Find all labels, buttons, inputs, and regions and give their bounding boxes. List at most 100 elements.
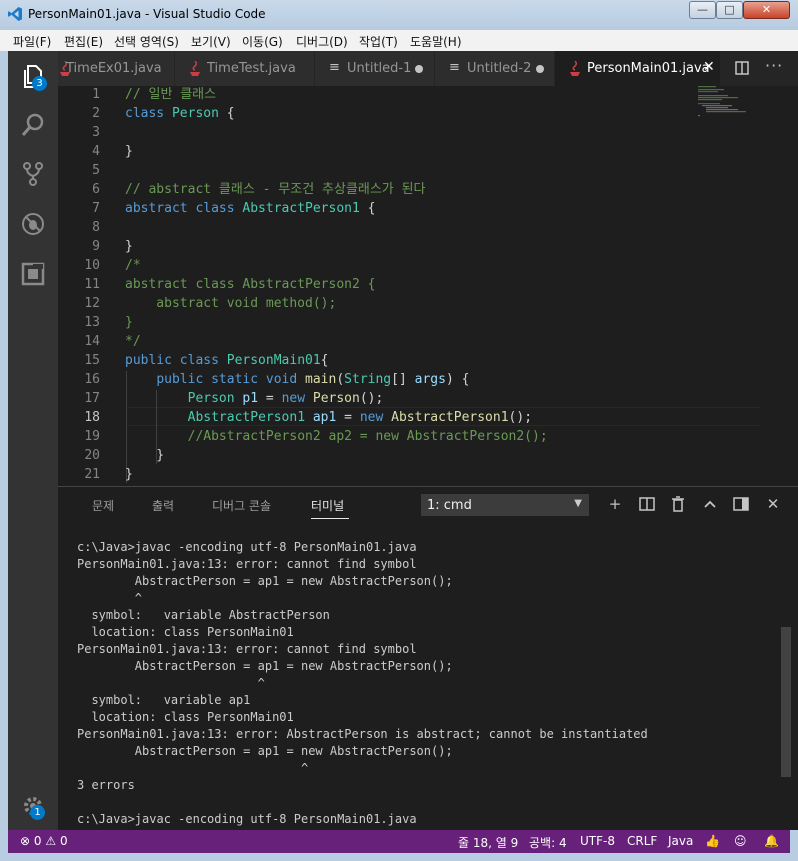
problems-status[interactable]: ⊗ 0 ⚠ 0: [20, 834, 68, 848]
debug-button[interactable]: [20, 211, 46, 237]
tab-terminal[interactable]: 터미널: [311, 497, 344, 514]
menu-tasks[interactable]: 작업(T): [359, 33, 398, 50]
code-line: 11 abstract class AbstractPerson2 {: [58, 275, 758, 294]
split-terminal-icon[interactable]: [639, 496, 655, 512]
menu-file[interactable]: 파일(F): [13, 33, 51, 50]
minimize-button[interactable]: —: [689, 1, 716, 19]
close-button[interactable]: ✕: [743, 1, 790, 19]
code-token: main: [305, 372, 337, 387]
menu-selection[interactable]: 선택 영역(S): [114, 33, 179, 50]
unsaved-dot-icon[interactable]: [415, 65, 423, 73]
trash-icon[interactable]: [670, 496, 686, 512]
tab-personmain01[interactable]: PersonMain01.java ✕: [555, 51, 721, 86]
java-file-icon: [570, 61, 580, 76]
terminal-selector[interactable]: 1: cmd ▼: [421, 494, 589, 516]
line-number: 19: [84, 429, 100, 444]
line-number: 21: [84, 467, 100, 482]
code-text: public static void main(String[] args) {: [125, 370, 469, 389]
error-icon: ⊗: [20, 834, 31, 848]
more-actions-icon[interactable]: ···: [765, 56, 783, 75]
terminal-line: AbstractPerson = ap1 = new AbstractPerso…: [77, 659, 453, 673]
search-button[interactable]: [20, 112, 46, 138]
code-text: abstract class AbstractPerson1 {: [125, 199, 375, 218]
panel-position-icon[interactable]: [733, 496, 749, 512]
terminal-output[interactable]: c:\Java>javac -encoding utf-8 PersonMain…: [77, 539, 777, 828]
maximize-button[interactable]: □: [716, 1, 743, 19]
language-mode[interactable]: Java: [668, 834, 693, 848]
menu-view[interactable]: 보기(V): [191, 33, 231, 50]
indentation[interactable]: 공백: 4: [529, 834, 567, 851]
code-token: AbstractPerson1: [187, 410, 313, 425]
split-editor-icon[interactable]: [735, 61, 749, 75]
code-editor[interactable]: 1// 일반 클래스 2 class Person {3 4} 5 6// abstrac…: [58, 86, 798, 486]
menu-help[interactable]: 도움말(H): [410, 33, 462, 50]
code-text: }: [125, 237, 133, 256]
menu-edit[interactable]: 편집(E): [64, 33, 103, 50]
extensions-button[interactable]: [20, 261, 46, 287]
code-text: }: [125, 313, 133, 332]
encoding[interactable]: UTF-8: [580, 834, 615, 848]
terminal-selector-value: 1: cmd: [427, 498, 472, 513]
code-line: 2 class Person {: [58, 104, 758, 123]
code-text: }: [125, 142, 133, 161]
code-token: args: [414, 372, 446, 387]
terminal-line: AbstractPerson = ap1 = new AbstractPerso…: [77, 744, 453, 758]
line-number: 20: [84, 448, 100, 463]
line-number: 7: [92, 201, 100, 216]
tab-untitled-1[interactable]: ≡ Untitled-1: [315, 51, 435, 86]
terminal-line: PersonMain01.java:13: error: AbstractPer…: [77, 727, 648, 741]
search-icon: [21, 113, 44, 136]
line-number: 15: [84, 353, 100, 368]
source-control-button[interactable]: [20, 161, 46, 187]
code-line: 13}: [58, 313, 758, 332]
tab-timetest[interactable]: TimeTest.java: [175, 51, 315, 86]
cursor-position[interactable]: 줄 18, 열 9: [458, 834, 518, 851]
new-terminal-icon[interactable]: +: [607, 496, 623, 512]
tab-label: TimeTest.java: [207, 61, 296, 76]
terminal-line: ^: [77, 761, 309, 775]
terminal-scrollbar[interactable]: [781, 627, 791, 777]
code-line: 5: [58, 161, 758, 180]
tab-output[interactable]: 출력: [152, 497, 174, 514]
tab-problems[interactable]: 문제: [92, 497, 114, 514]
code-token: p1: [242, 391, 259, 406]
tab-label: Untitled-1: [347, 61, 412, 76]
notifications-bell-icon[interactable]: 🔔: [764, 834, 779, 848]
tab-label: Untitled-2: [467, 61, 532, 76]
close-tab-icon[interactable]: ✕: [703, 59, 715, 75]
code-token: Person: [187, 391, 243, 406]
status-bar: ⊗ 0 ⚠ 0 줄 18, 열 9 공백: 4 UTF-8 CRLF Java …: [8, 830, 790, 853]
code-token: abstract void method();: [125, 296, 337, 311]
code-token: */: [125, 334, 141, 349]
settings-button[interactable]: 1: [20, 793, 46, 820]
thumbs-up-icon[interactable]: 👍: [705, 834, 720, 848]
tab-untitled-2[interactable]: ≡ Untitled-2: [435, 51, 555, 86]
code-line: 12 abstract void method();: [58, 294, 758, 313]
line-number: 14: [84, 334, 100, 349]
line-number: 1: [92, 87, 100, 102]
chevron-up-icon[interactable]: [702, 496, 718, 512]
close-panel-icon[interactable]: ✕: [765, 496, 781, 512]
text-file-icon: ≡: [329, 60, 340, 75]
smiley-feedback-icon[interactable]: ☺: [734, 834, 747, 848]
code-token: new: [359, 410, 392, 425]
line-number: 13: [84, 315, 100, 330]
code-token: /*: [125, 258, 141, 273]
menu-go[interactable]: 이동(G): [242, 33, 283, 50]
terminal-line: PersonMain01.java:13: error: cannot find…: [77, 557, 417, 571]
code-token: class: [125, 106, 172, 121]
tab-timeex01[interactable]: TimeEx01.java: [58, 51, 175, 86]
line-number: 3: [92, 125, 100, 140]
unsaved-dot-icon[interactable]: [536, 65, 544, 73]
menu-debug[interactable]: 디버그(D): [296, 33, 348, 50]
code-token: Person: [312, 391, 360, 406]
tab-debug-console[interactable]: 디버그 콘솔: [212, 497, 271, 514]
line-ending[interactable]: CRLF: [627, 834, 657, 848]
line-number: 10: [84, 258, 100, 273]
terminal-line: PersonMain01.java:13: error: cannot find…: [77, 642, 417, 656]
terminal-line: AbstractPerson = ap1 = new AbstractPerso…: [77, 574, 453, 588]
explorer-button[interactable]: 3: [20, 63, 47, 91]
java-file-icon: [190, 61, 200, 76]
code-text: abstract class AbstractPerson2 {: [125, 275, 375, 294]
